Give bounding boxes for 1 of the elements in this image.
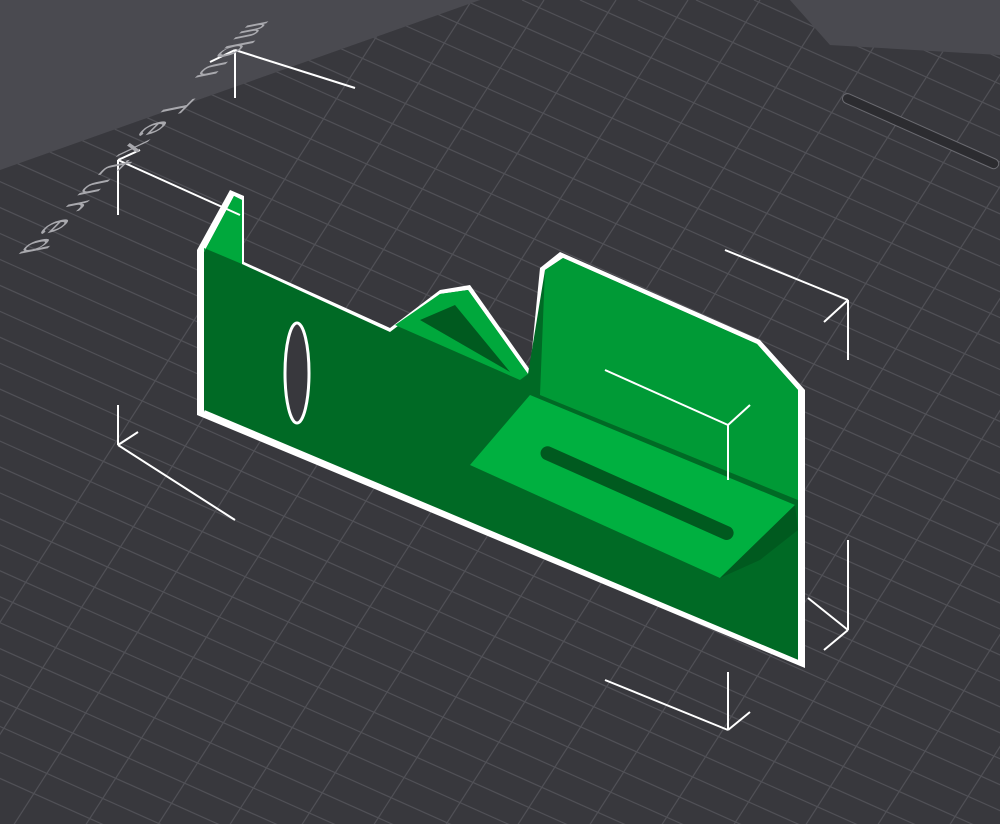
bracket-model[interactable] — [197, 190, 805, 668]
